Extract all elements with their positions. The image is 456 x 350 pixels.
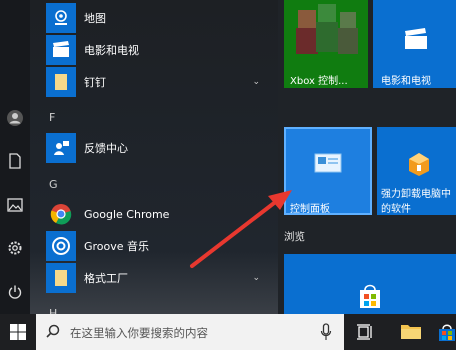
search-icon <box>46 324 60 341</box>
annotation-arrow <box>190 190 292 268</box>
taskbar: 在这里输入你要搜索的内容 <box>0 314 456 350</box>
windows-start-icon[interactable] <box>0 314 36 350</box>
microphone-icon[interactable] <box>320 323 332 344</box>
search-placeholder: 在这里输入你要搜索的内容 <box>70 326 208 340</box>
search-box[interactable]: 在这里输入你要搜索的内容 <box>36 314 344 350</box>
file-explorer-icon[interactable] <box>400 322 422 344</box>
task-view-icon[interactable] <box>356 323 374 345</box>
store-icon[interactable] <box>437 322 456 346</box>
